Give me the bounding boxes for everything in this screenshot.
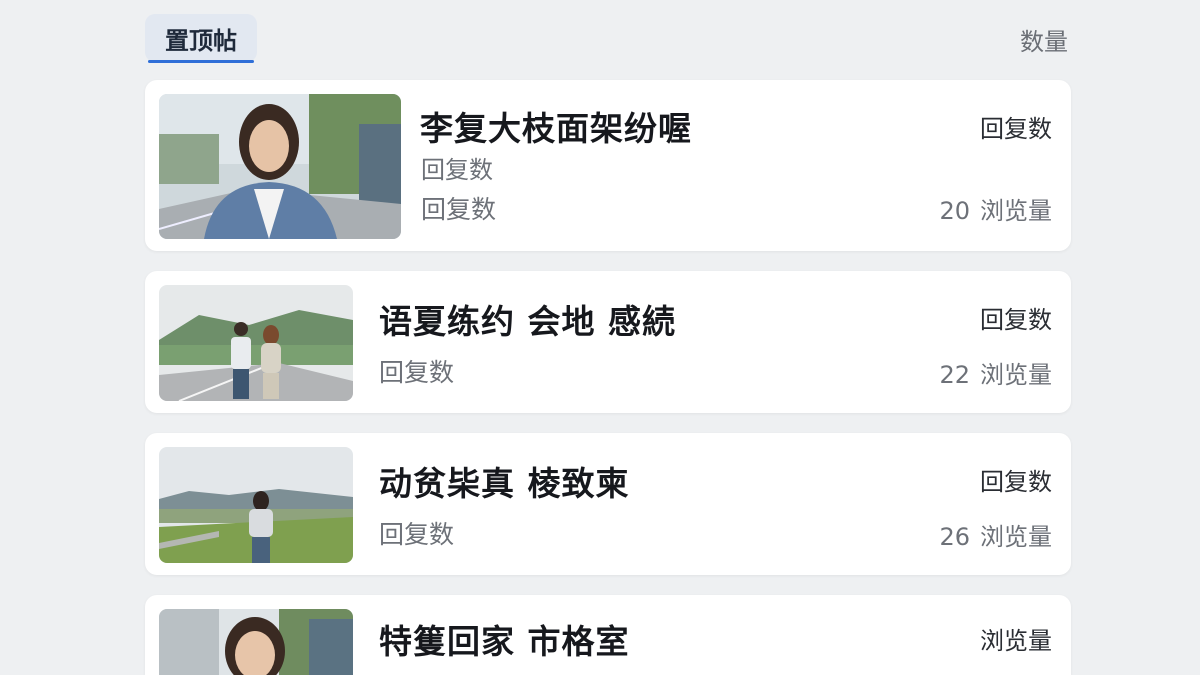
post-card[interactable]: 李复大枝面架纷喔 回复数 回复数 回复数 20 浏览量 [145,80,1071,251]
view-count: 26 浏览量 [939,517,1052,552]
reply-count-label: 回复数 [980,468,1052,496]
list-header: 置顶帖 数量 [145,14,1070,64]
view-count-label: 浏览量 [980,627,1052,655]
forum-page: 置顶帖 数量 李复大枝面架纷喔 回复数 回复数 回复数 20 浏览量 语夏练约 … [0,0,1200,675]
post-title[interactable]: 动贫枈真 棱致柬 [379,457,630,505]
post-card[interactable]: 语夏练约 会地 感続 回复数 回复数 22 浏览量 [145,271,1071,413]
view-count: 22 浏览量 [939,355,1052,390]
view-count-number: 22 [939,361,970,389]
tab-active-indicator [148,60,254,63]
view-count-number: 26 [939,523,970,551]
post-thumbnail-image [159,285,353,401]
post-reply-label: 回复数 [421,195,497,224]
post-reply-label: 回复数 [379,358,455,387]
post-thumbnail-image [159,609,353,675]
view-count-number: 20 [939,197,970,225]
view-count-label: 浏览量 [980,197,1052,225]
reply-count-label: 回复数 [980,306,1052,334]
view-count-label: 浏览量 [980,361,1052,389]
post-thumbnail-image [159,447,353,563]
tab-pinned-posts[interactable]: 置顶帖 [145,14,257,62]
reply-count-label: 回复数 [980,115,1052,143]
post-card[interactable]: 特篗回家 市格室 浏览量 [145,595,1071,675]
view-count-label: 浏览量 [980,523,1052,551]
sort-by-count[interactable]: 数量 [1020,22,1068,57]
post-title[interactable]: 特篗回家 市格室 [379,615,630,663]
post-thumbnail-image [159,94,401,239]
post-subtitle: 回复数 [421,156,493,184]
post-reply-label: 回复数 [379,520,455,549]
tab-pinned-label: 置顶帖 [165,26,237,55]
view-count: 20 浏览量 [939,191,1052,226]
post-title[interactable]: 李复大枝面架纷喔 [420,102,692,150]
post-card[interactable]: 动贫枈真 棱致柬 回复数 回复数 26 浏览量 [145,433,1071,575]
post-title[interactable]: 语夏练约 会地 感続 [379,295,676,343]
